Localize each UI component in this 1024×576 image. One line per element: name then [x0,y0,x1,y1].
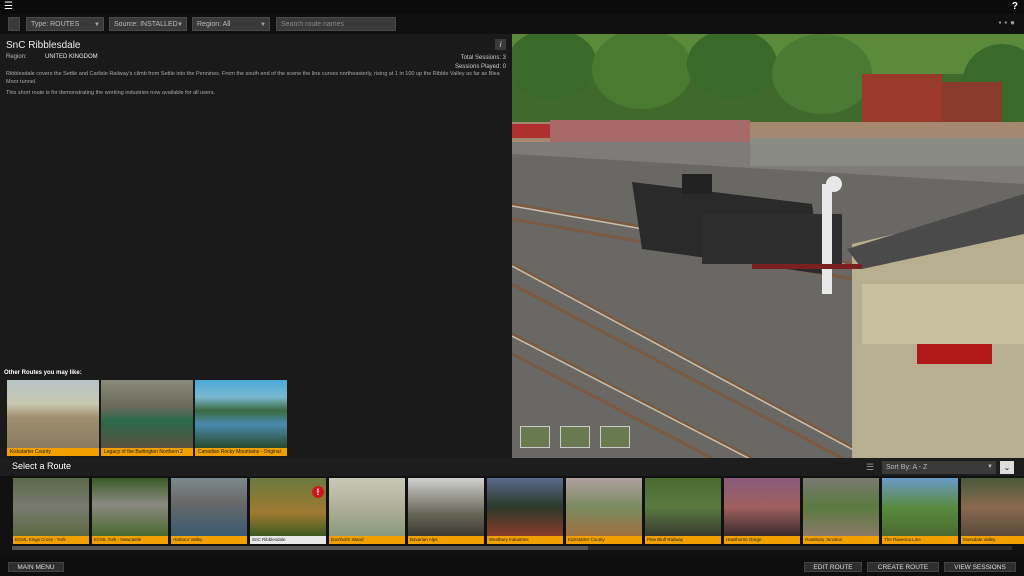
route-title: SnC Ribblesdale [6,40,81,51]
route-thumbnail [92,478,168,536]
preview-thumbnail[interactable] [520,426,550,448]
route-thumbnail [7,380,99,448]
region-label: Region: [6,54,27,60]
preview-scene [512,34,1024,458]
route-preview [512,34,1024,458]
preview-thumbnail[interactable] [600,426,630,448]
route-card[interactable]: Mossdale Valley [961,478,1024,544]
region-dropdown-label: Region: All [197,21,231,28]
route-note: This short route is for demonstrating th… [6,90,216,96]
route-caption: The Ravenna Line [882,536,958,544]
route-caption: Bornholm Island [329,536,405,544]
source-dropdown[interactable]: Source: INSTALLED ▼ [109,17,187,31]
type-dropdown[interactable]: Type: ROUTES ▼ [26,17,104,31]
route-card[interactable]: ! SnC Ribblesdale [250,478,326,544]
route-description: Ribblesdale covers the Settle and Carlis… [6,71,500,85]
route-thumbnail [724,478,800,536]
route-thumbnail [566,478,642,536]
search-input[interactable]: Search route names [276,17,396,31]
route-card[interactable]: ECML York - Newcastle [92,478,168,544]
top-bar: ☰ ? [0,0,1024,14]
route-card[interactable]: Bavarian Alps [408,478,484,544]
route-card[interactable]: Kickstarter County [566,478,642,544]
route-card[interactable]: Harbour Valley [171,478,247,544]
route-caption: ECML York - Newcastle [92,536,168,544]
help-button[interactable]: ? [1012,1,1018,12]
filter-bar: Type: ROUTES ▼ Source: INSTALLED ▼ Region:… [0,14,1024,34]
edit-route-button[interactable]: EDIT ROUTE [804,562,862,572]
chevron-down-icon: ▼ [260,22,266,28]
route-thumbnail [803,478,879,536]
route-caption: Harbour Valley [171,536,247,544]
route-thumbnail [171,478,247,536]
route-caption: Mossdale Valley [961,536,1024,544]
chevron-down-icon: ▼ [177,22,183,28]
route-thumbnail [408,478,484,536]
route-card[interactable]: Pine Bluff Railway [645,478,721,544]
other-route-caption: Legacy of the Burlington Northern 2 [101,448,193,456]
other-route-caption: Canadian Rocky Mountains - Original [195,448,287,456]
route-thumbnail [329,478,405,536]
region-value: UNITED KINGDOM [45,54,98,60]
route-caption: Rosebury Junction [803,536,879,544]
route-caption: Bavarian Alps [408,536,484,544]
route-card[interactable]: Westbury Industries [487,478,563,544]
route-card[interactable]: The Ravenna Line [882,478,958,544]
avatar-icon[interactable]: ● [1010,18,1018,27]
other-route-card[interactable]: Kickstarter County [7,380,99,456]
list-view-icon[interactable]: ☰ [866,462,874,473]
filter-icons: ▪▪● [998,18,1018,27]
route-caption: SnC Ribblesdale [250,536,326,544]
other-routes-label: Other Routes you may like: [4,370,82,376]
route-thumbnail [195,380,287,448]
chevron-down-icon: ▼ [987,464,993,470]
source-dropdown-label: Source: INSTALLED [114,21,178,28]
collapse-button[interactable]: ⌄ [1000,461,1014,474]
create-route-button[interactable]: CREATE ROUTE [867,562,939,572]
filter-toggle-button[interactable] [8,17,20,31]
other-route-card[interactable]: Legacy of the Burlington Northern 2 [101,380,193,456]
sort-dropdown[interactable]: Sort By: A - Z ▼ [882,461,996,474]
route-card[interactable]: Rosebury Junction [803,478,879,544]
region-dropdown[interactable]: Region: All ▼ [192,17,270,31]
route-thumbnail [101,380,193,448]
route-thumbnail [645,478,721,536]
sort-dropdown-label: Sort By: A - Z [886,464,928,471]
route-caption: Kickstarter County [566,536,642,544]
view-sessions-button[interactable]: VIEW SESSIONS [944,562,1016,572]
chevron-down-icon: ▼ [94,22,100,28]
route-thumbnail [882,478,958,536]
other-route-card[interactable]: Canadian Rocky Mountains - Original [195,380,287,456]
route-caption: Hawthorne Gorge [724,536,800,544]
route-card[interactable]: Hawthorne Gorge [724,478,800,544]
select-route-title: Select a Route [12,461,72,471]
preview-thumbnail[interactable] [560,426,590,448]
other-route-caption: Kickstarter County [7,448,99,456]
route-caption: ECML Kings Cross - York [13,536,89,544]
route-caption: Pine Bluff Railway [645,536,721,544]
route-info-panel: SnC Ribblesdale i Region: UNITED KINGDOM… [0,34,512,458]
route-thumbnail [961,478,1024,536]
hamburger-menu-icon[interactable]: ☰ [4,2,14,12]
route-card[interactable]: ECML Kings Cross - York [13,478,89,544]
main-menu-button[interactable]: MAIN MENU [8,562,64,572]
route-scrollbar[interactable] [12,546,1012,550]
route-thumbnail [13,478,89,536]
type-dropdown-label: Type: ROUTES [31,21,80,28]
scrollbar-thumb[interactable] [12,546,588,550]
info-button[interactable]: i [495,39,506,50]
alert-icon: ! [312,486,324,498]
route-thumbnail [487,478,563,536]
route-card[interactable]: Bornholm Island [329,478,405,544]
total-sessions: Total Sessions: 3 [460,55,506,61]
route-caption: Westbury Industries [487,536,563,544]
